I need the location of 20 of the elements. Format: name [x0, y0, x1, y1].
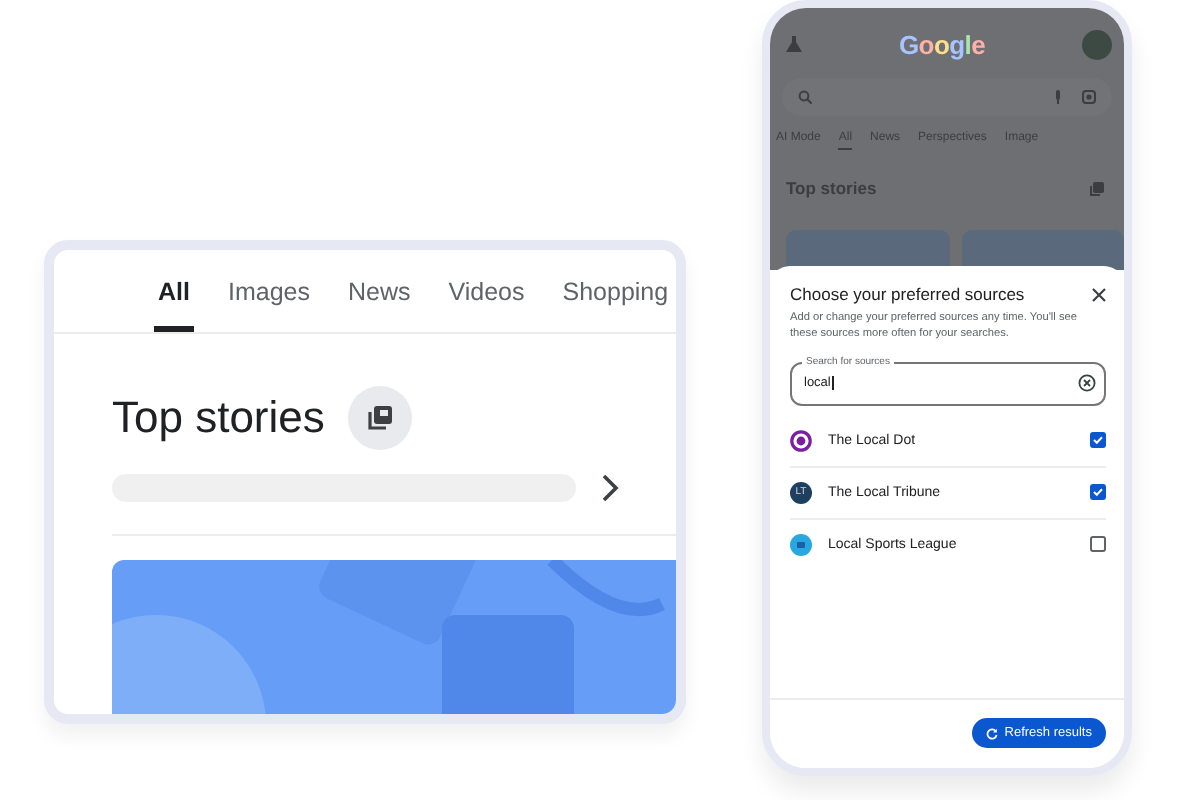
refresh-icon [986, 727, 999, 739]
search-tab[interactable]: Images [223, 278, 314, 332]
search-tab[interactable]: All [154, 278, 194, 332]
sheet-title: Choose your preferred sources [790, 284, 1025, 304]
story-card[interactable] [786, 230, 949, 270]
search-tab[interactable]: Videos [444, 278, 529, 332]
story-card[interactable] [961, 230, 1124, 270]
search-icon [798, 89, 812, 104]
stack-icon [366, 404, 395, 432]
close-icon[interactable] [1092, 287, 1106, 301]
search-tab[interactable]: News [343, 278, 415, 332]
search-tab[interactable]: Shopping [558, 278, 673, 332]
clear-icon[interactable] [1078, 374, 1096, 393]
google-logo: Google [898, 29, 986, 60]
chevron-right-icon[interactable] [600, 474, 620, 502]
section-title: Top stories [112, 392, 325, 444]
checkbox[interactable] [1090, 484, 1106, 501]
checkbox[interactable] [1090, 536, 1106, 553]
stories-button[interactable] [348, 386, 413, 450]
checkbox[interactable] [1090, 432, 1106, 449]
